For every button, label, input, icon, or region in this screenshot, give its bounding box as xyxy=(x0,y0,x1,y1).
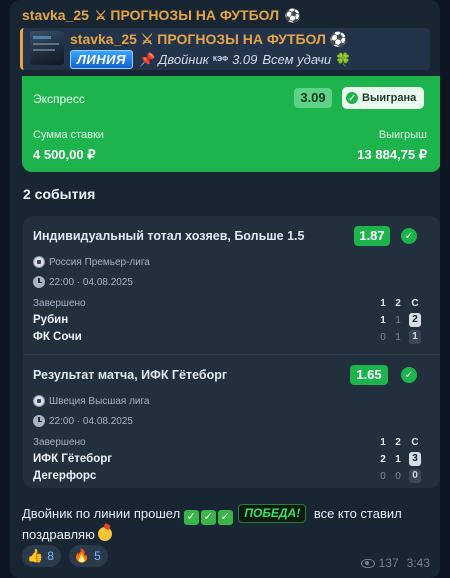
score-half-2: 0 xyxy=(395,471,401,482)
check-icon: ✓ xyxy=(401,228,417,244)
event-coef: 1.65 xyxy=(350,365,388,385)
score-total: 2 xyxy=(409,313,421,327)
score-half-2: 1 xyxy=(395,332,401,343)
score-header-2: 2 xyxy=(395,298,401,309)
score-total: 3 xyxy=(409,452,421,466)
event-status: Завершено xyxy=(33,437,86,448)
views-count: 137 xyxy=(378,556,399,570)
event-title: Результат матча, ИФК Гётеборг xyxy=(33,368,228,382)
league-name: Швеция Высшая лига xyxy=(49,395,150,407)
score-header-total: С xyxy=(411,437,419,448)
message-text-part3: поздравляю xyxy=(22,527,95,542)
won-label: Выиграна xyxy=(362,92,417,104)
reply-title: stavka_25 ⚔ ПРОГНОЗЫ НА ФУТБОЛ ⚽ xyxy=(70,31,347,48)
message-text-part1: Двойник по линии прошел xyxy=(22,506,181,521)
score-half-1: 0 xyxy=(380,332,386,343)
clock-icon xyxy=(33,415,45,427)
thumbs-up-icon: 👍 xyxy=(27,548,44,563)
express-label: Экспресс xyxy=(33,92,85,106)
event-league: Швеция Высшая лига xyxy=(33,395,149,407)
league-name: Россия Премьер-лига xyxy=(49,256,150,268)
score-half-2: 1 xyxy=(395,315,401,326)
fire-icon: 🔥 xyxy=(73,548,91,563)
check-mark-icon: ✓ xyxy=(183,510,199,525)
soccer-ball-icon xyxy=(33,256,45,268)
check-icon: ✓ xyxy=(346,92,358,104)
clock-icon xyxy=(33,276,45,288)
check-mark-icon: ✓ xyxy=(217,510,233,525)
crossed-swords-icon: ⚔ xyxy=(94,8,107,23)
message-text: Двойник по линии прошел ✓ ✓ ✓ ПОБЕДА! все … xyxy=(22,504,432,544)
datetime-text: 22:00 · 04.08.2025 xyxy=(49,276,133,288)
event-league: Россия Премьер-лига xyxy=(33,256,150,268)
views-eye-icon xyxy=(360,558,375,568)
message-text-part2: все кто ставил xyxy=(313,506,402,521)
liniya-badge: ЛИНИЯ xyxy=(70,50,133,69)
score-header-1: 1 xyxy=(380,298,386,309)
team-home: Рубин xyxy=(33,314,69,326)
event-datetime: 22:00 · 04.08.2025 xyxy=(33,415,133,427)
express-coef: 3.09 xyxy=(294,88,332,108)
reply-wish: Всем удачи xyxy=(262,52,332,67)
events-card: Индивидуальный тотал хозяев, Больше 1.5 … xyxy=(23,216,440,488)
pobeda-badge: ПОБЕДА! xyxy=(238,504,307,523)
score-header-total: С xyxy=(411,298,419,309)
score-half-1: 0 xyxy=(380,471,386,482)
event-item: Индивидуальный тотал хозяев, Больше 1.5 … xyxy=(23,216,440,352)
author-name: stavka_25 xyxy=(22,7,89,23)
event-status: Завершено xyxy=(33,298,86,309)
won-badge: ✓ Выиграна xyxy=(342,87,425,109)
score-header-1: 1 xyxy=(380,437,386,448)
datetime-text: 22:00 · 04.08.2025 xyxy=(49,415,133,427)
check-mark-icon: ✓ xyxy=(200,510,216,525)
event-title: Индивидуальный тотал хозяев, Больше 1.5 xyxy=(33,229,305,243)
score-total: 0 xyxy=(409,469,421,483)
express-summary: Экспресс 3.09 ✓ Выиграна Сумма ставки 4 … xyxy=(22,76,440,172)
events-count-title: 2 события xyxy=(23,186,96,202)
win-value: 13 884,75 ₽ xyxy=(357,147,427,162)
clover-icon: 🍀 xyxy=(335,51,352,67)
reply-bet-type: Двойник xyxy=(158,52,209,67)
soccer-ball-icon: ⚽ xyxy=(284,8,302,23)
team-away: ФК Сочи xyxy=(33,331,82,343)
reply-author: stavka_25 xyxy=(70,31,137,47)
message-author[interactable]: stavka_25 ⚔ ПРОГНОЗЫ НА ФУТБОЛ ⚽ xyxy=(22,7,301,24)
score-half-1: 2 xyxy=(380,454,386,465)
message-meta: 137 3:43 xyxy=(360,556,430,570)
event-coef: 1.87 xyxy=(354,226,390,246)
party-face-icon xyxy=(98,527,113,541)
message-time: 3:43 xyxy=(406,556,430,570)
check-icon: ✓ xyxy=(401,367,417,383)
stake-value: 4 500,00 ₽ xyxy=(33,147,96,162)
reactions-bar: 👍 8 🔥 5 xyxy=(22,545,108,567)
team-away: Дегерфорс xyxy=(33,470,97,482)
reply-text: ЛИНИЯ 📌 Двойник КЭФ 3.09 Всем удачи 🍀 xyxy=(70,50,351,69)
pin-icon: 📌 xyxy=(139,51,156,67)
soccer-ball-icon: ⚽ xyxy=(329,31,348,47)
message-bubble: stavka_25 ⚔ ПРОГНОЗЫ НА ФУТБОЛ ⚽ stavka_… xyxy=(10,0,440,578)
soccer-ball-icon xyxy=(33,395,45,407)
crossed-swords-icon: ⚔ xyxy=(140,31,154,47)
score-header-2: 2 xyxy=(395,437,401,448)
reply-quote[interactable]: stavka_25 ⚔ ПРОГНОЗЫ НА ФУТБОЛ ⚽ ЛИНИЯ 📌… xyxy=(20,28,430,70)
reaction-thumbs-up[interactable]: 👍 8 xyxy=(22,545,61,567)
reply-title-suffix: ПРОГНОЗЫ НА ФУТБОЛ xyxy=(157,31,326,47)
reaction-count: 8 xyxy=(47,549,54,563)
reaction-count: 5 xyxy=(94,549,101,563)
event-item: Результат матча, ИФК Гётеборг 1.65 ✓ Шве… xyxy=(23,354,440,488)
win-label: Выигрыш xyxy=(378,129,427,141)
author-suffix: ПРОГНОЗЫ НА ФУТБОЛ xyxy=(110,7,280,23)
event-datetime: 22:00 · 04.08.2025 xyxy=(33,276,133,288)
team-home: ИФК Гётеборг xyxy=(33,453,113,465)
kef-value: 3.09 xyxy=(232,52,258,67)
reply-thumbnail xyxy=(30,31,64,65)
score-half-2: 1 xyxy=(395,454,401,465)
stake-label: Сумма ставки xyxy=(33,129,104,141)
score-half-1: 1 xyxy=(380,315,386,326)
score-total: 1 xyxy=(409,330,421,344)
reaction-fire[interactable]: 🔥 5 xyxy=(68,545,108,567)
kef-label: КЭФ xyxy=(212,56,229,63)
